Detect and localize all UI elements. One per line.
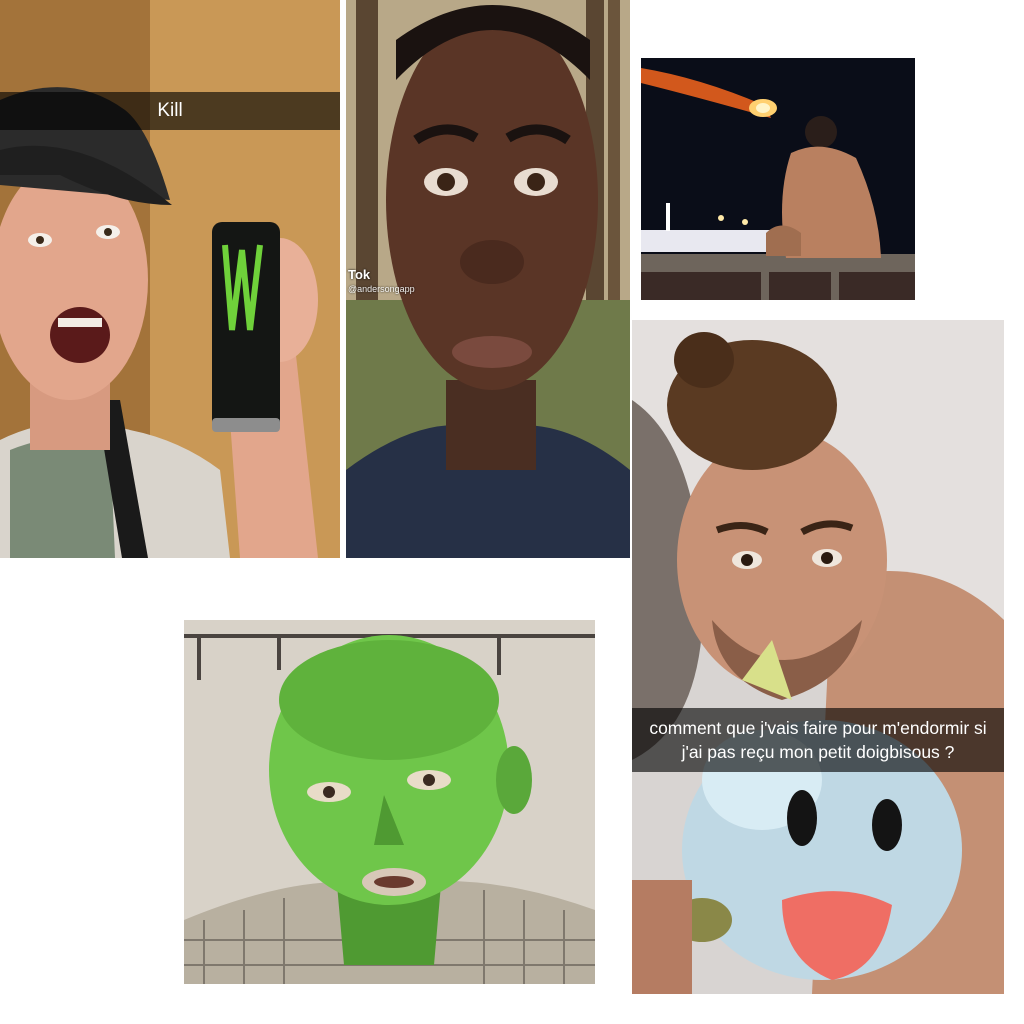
photo-night-meteor	[641, 58, 915, 300]
tiktok-watermark: Tok @andersongapp	[348, 268, 415, 296]
snap-caption: comment que j'vais faire pour m'endormir…	[632, 708, 1004, 772]
photo-cap-guy-energy-can: Kill	[0, 0, 340, 558]
watermark-brand: Tok	[348, 267, 371, 282]
snap-caption: Kill	[0, 92, 340, 130]
cap-guy-image	[0, 0, 340, 558]
night-meteor-image	[641, 58, 915, 300]
photo-plush-guy: comment que j'vais faire pour m'endormir…	[632, 320, 1004, 994]
green-face-image	[184, 620, 595, 984]
photo-green-face	[184, 620, 595, 984]
plush-guy-image	[632, 320, 1004, 994]
photo-forest-face: Tok @andersongapp	[346, 0, 630, 558]
watermark-handle: @andersongapp	[348, 284, 415, 294]
